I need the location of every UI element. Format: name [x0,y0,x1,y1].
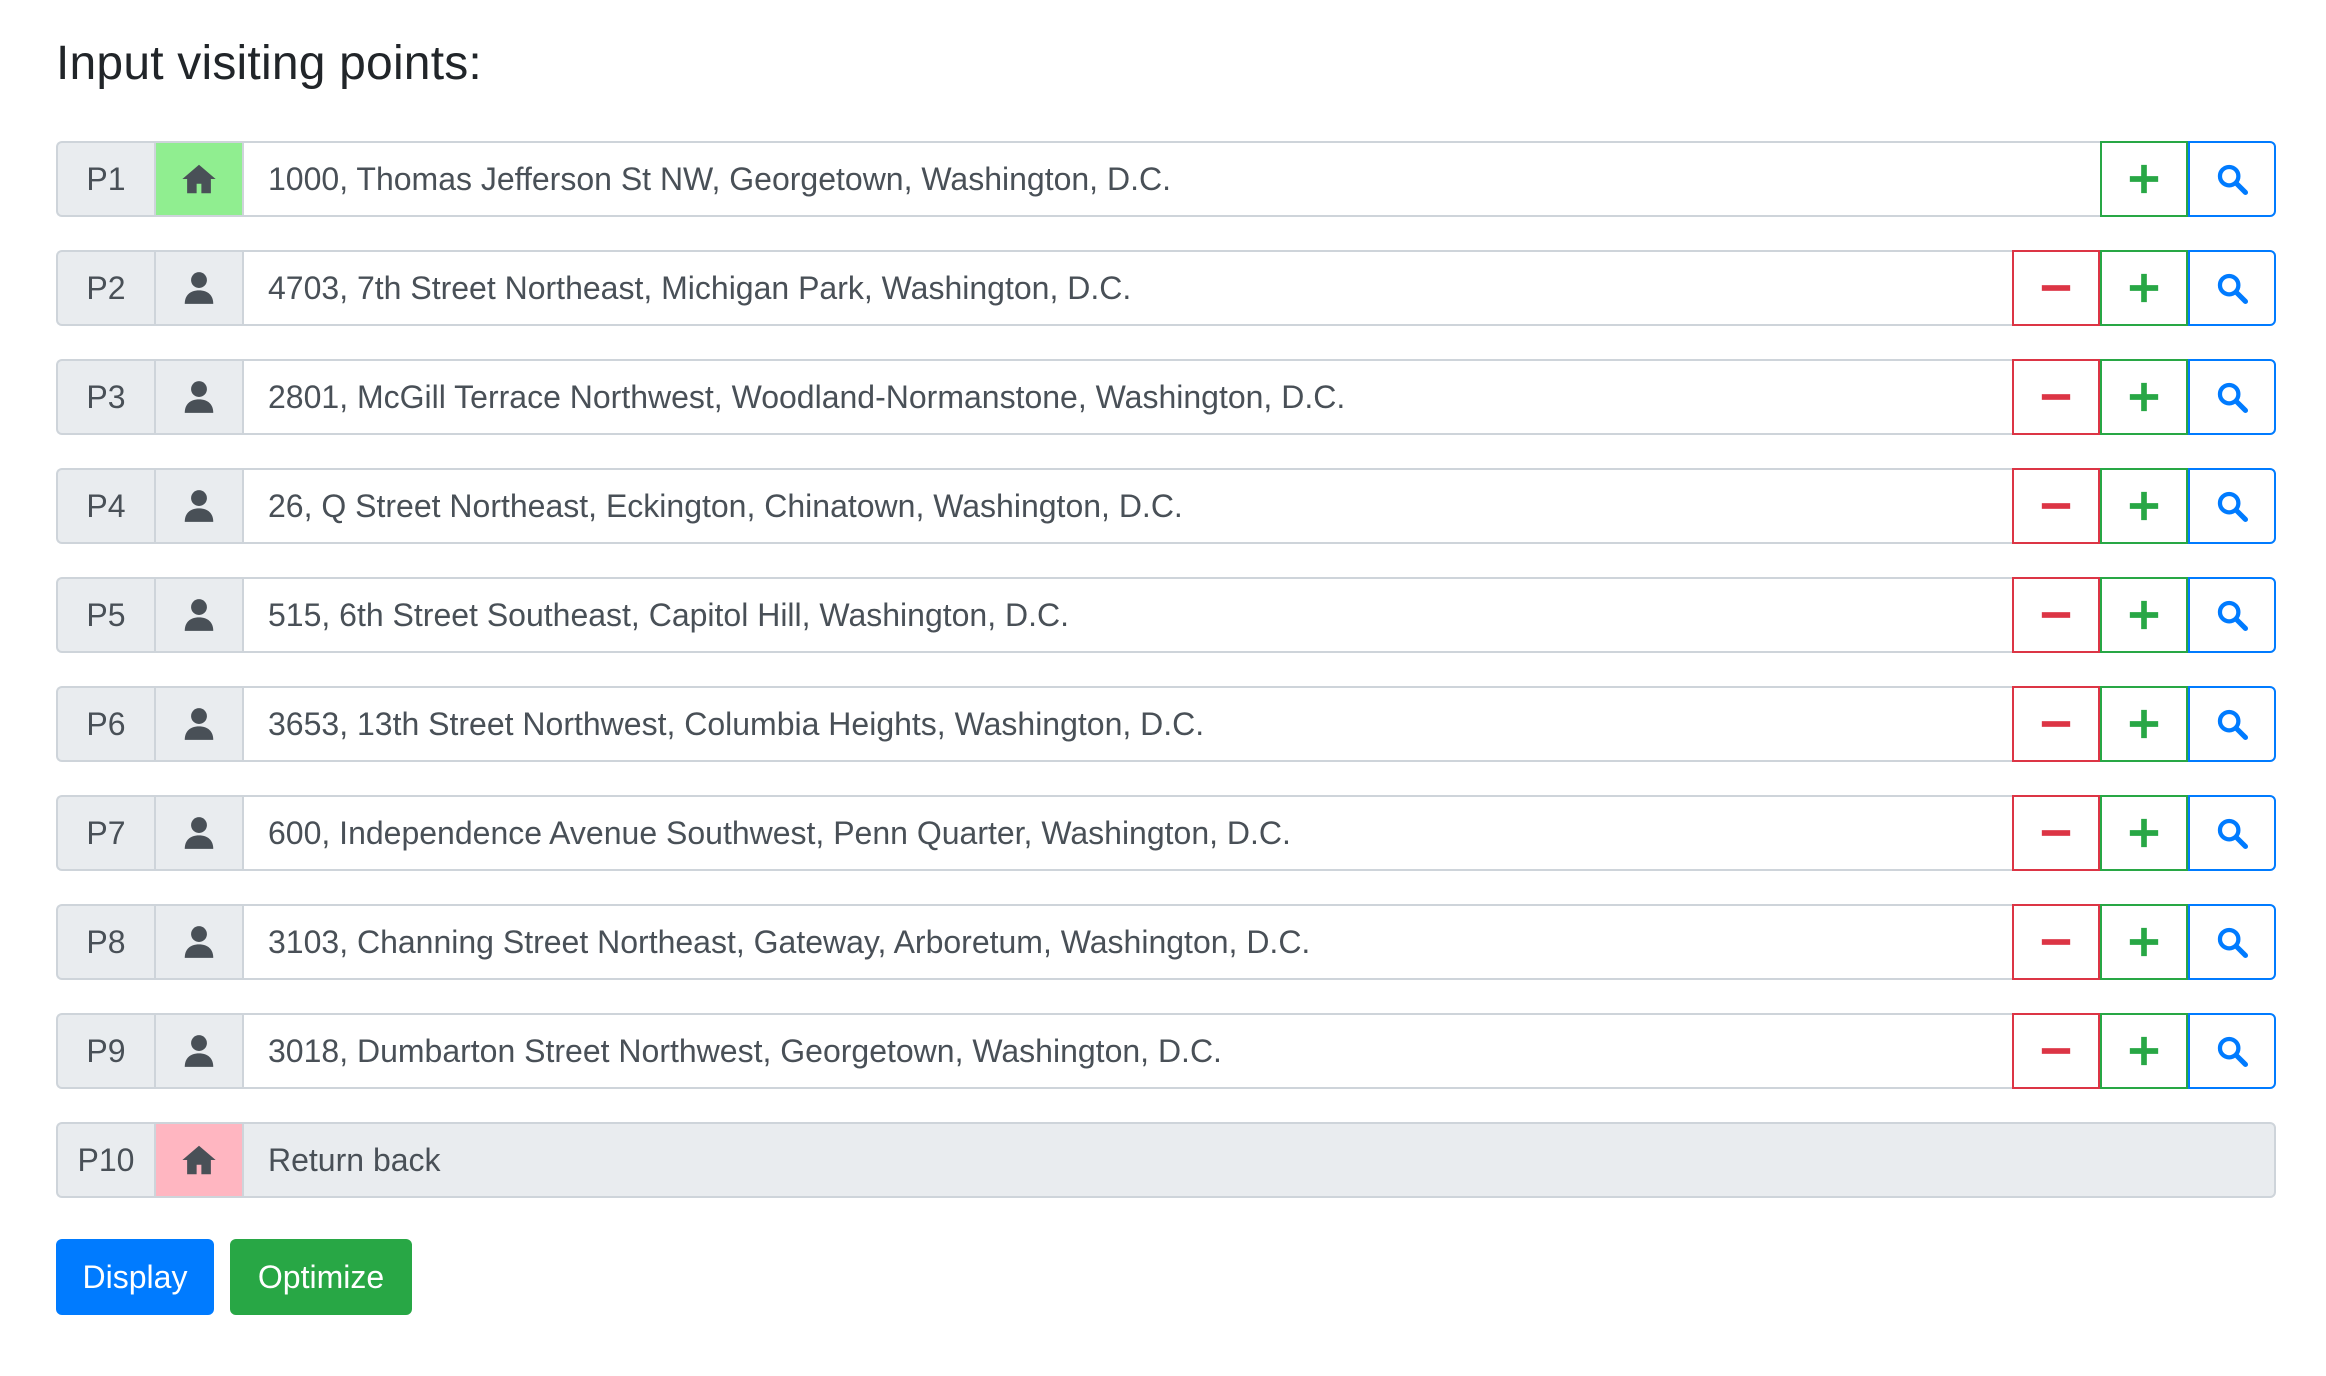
user-icon [154,577,242,653]
address-input[interactable]: 3653, 13th Street Northwest, Columbia He… [242,686,2012,762]
search-icon [2217,382,2249,414]
address-input[interactable]: 600, Independence Avenue Southwest, Penn… [242,795,2012,871]
point-row-p8: P8 3103, Channing Street Northeast, Gate… [56,904,2276,980]
add-point-button[interactable] [2100,141,2188,217]
point-row-p10: P10 Return back [56,1122,2276,1198]
plus-icon [2129,927,2159,957]
page-title: Input visiting points: [56,37,482,90]
search-icon [2217,164,2249,196]
user-icon [154,359,242,435]
point-label: P5 [56,577,154,653]
user-icon [154,686,242,762]
address-input[interactable]: 515, 6th Street Southeast, Capitol Hill,… [242,577,2012,653]
search-icon [2217,709,2249,741]
search-button[interactable] [2188,577,2276,653]
plus-icon [2129,818,2159,848]
remove-point-button[interactable] [2012,250,2100,326]
minus-icon [2041,285,2071,291]
search-icon [2217,491,2249,523]
point-label: P10 [56,1122,154,1198]
optimize-button[interactable]: Optimize [230,1239,412,1315]
plus-icon [2129,273,2159,303]
minus-icon [2041,939,2071,945]
plus-icon [2129,164,2159,194]
minus-icon [2041,394,2071,400]
search-button[interactable] [2188,250,2276,326]
return-back-field: Return back [242,1122,2276,1198]
search-button[interactable] [2188,468,2276,544]
point-row-p2: P2 4703, 7th Street Northeast, Michigan … [56,250,2276,326]
remove-point-button[interactable] [2012,577,2100,653]
display-button[interactable]: Display [56,1239,214,1315]
point-row-p4: P4 26, Q Street Northeast, Eckington, Ch… [56,468,2276,544]
search-icon [2217,818,2249,850]
search-button[interactable] [2188,686,2276,762]
point-row-p9: P9 3018, Dumbarton Street Northwest, Geo… [56,1013,2276,1089]
search-button[interactable] [2188,904,2276,980]
point-label: P3 [56,359,154,435]
remove-point-button[interactable] [2012,686,2100,762]
remove-point-button[interactable] [2012,1013,2100,1089]
remove-point-button[interactable] [2012,904,2100,980]
add-point-button[interactable] [2100,686,2188,762]
point-label: P4 [56,468,154,544]
user-icon [154,1013,242,1089]
address-input[interactable]: 26, Q Street Northeast, Eckington, China… [242,468,2012,544]
search-button[interactable] [2188,1013,2276,1089]
point-row-p3: P3 2801, McGill Terrace Northwest, Woodl… [56,359,2276,435]
plus-icon [2129,1036,2159,1066]
point-row-p6: P6 3653, 13th Street Northwest, Columbia… [56,686,2276,762]
address-input[interactable]: 1000, Thomas Jefferson St NW, Georgetown… [242,141,2100,217]
search-icon [2217,927,2249,959]
remove-point-button[interactable] [2012,359,2100,435]
action-buttons: Display Optimize [56,1239,412,1315]
user-icon [154,904,242,980]
search-icon [2217,600,2249,632]
point-label: P8 [56,904,154,980]
minus-icon [2041,1048,2071,1054]
point-label: P7 [56,795,154,871]
minus-icon [2041,503,2071,509]
point-row-p5: P5 515, 6th Street Southeast, Capitol Hi… [56,577,2276,653]
remove-point-button[interactable] [2012,795,2100,871]
add-point-button[interactable] [2100,250,2188,326]
point-label: P9 [56,1013,154,1089]
plus-icon [2129,600,2159,630]
home-icon [154,141,242,217]
address-input[interactable]: 2801, McGill Terrace Northwest, Woodland… [242,359,2012,435]
remove-point-button[interactable] [2012,468,2100,544]
add-point-button[interactable] [2100,795,2188,871]
search-button[interactable] [2188,359,2276,435]
add-point-button[interactable] [2100,468,2188,544]
search-button[interactable] [2188,141,2276,217]
search-icon [2217,273,2249,305]
user-icon [154,468,242,544]
point-label: P6 [56,686,154,762]
point-label: P1 [56,141,154,217]
minus-icon [2041,612,2071,618]
point-row-p1: P1 1000, Thomas Jefferson St NW, Georget… [56,141,2276,217]
add-point-button[interactable] [2100,359,2188,435]
search-button[interactable] [2188,795,2276,871]
minus-icon [2041,721,2071,727]
point-label: P2 [56,250,154,326]
search-icon [2217,1036,2249,1068]
plus-icon [2129,382,2159,412]
user-icon [154,250,242,326]
address-input[interactable]: 4703, 7th Street Northeast, Michigan Par… [242,250,2012,326]
address-input[interactable]: 3103, Channing Street Northeast, Gateway… [242,904,2012,980]
home-icon [154,1122,242,1198]
point-row-p7: P7 600, Independence Avenue Southwest, P… [56,795,2276,871]
plus-icon [2129,709,2159,739]
add-point-button[interactable] [2100,904,2188,980]
add-point-button[interactable] [2100,577,2188,653]
user-icon [154,795,242,871]
add-point-button[interactable] [2100,1013,2188,1089]
address-input[interactable]: 3018, Dumbarton Street Northwest, George… [242,1013,2012,1089]
plus-icon [2129,491,2159,521]
minus-icon [2041,830,2071,836]
